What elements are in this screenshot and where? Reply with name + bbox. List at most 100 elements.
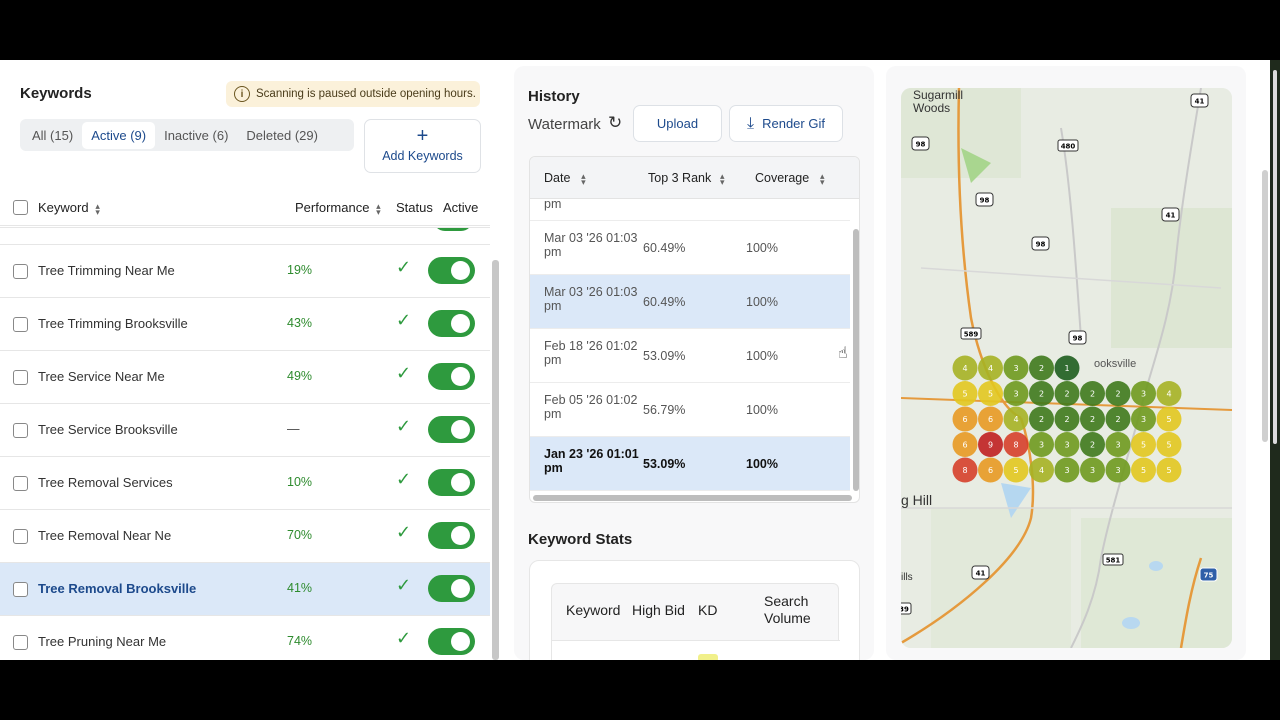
keyword-name: Tree Pruning Near Me xyxy=(38,634,167,649)
table-row[interactable]: Tree Service Brooksville — ✓ xyxy=(0,404,490,457)
rank-marker-label: 3 xyxy=(1064,441,1069,450)
active-toggle[interactable] xyxy=(428,522,475,549)
row-checkbox[interactable] xyxy=(13,529,28,544)
table-row[interactable]: Tree Pruning Near Me 74% ✓ xyxy=(0,616,490,660)
history-vertical-scrollbar[interactable] xyxy=(853,229,859,491)
row-checkbox[interactable] xyxy=(13,317,28,332)
rank-marker-label: 3 xyxy=(1141,390,1146,399)
active-toggle[interactable] xyxy=(428,575,475,602)
tab-inactive[interactable]: Inactive (6) xyxy=(155,122,237,149)
refresh-icon[interactable]: ↻ xyxy=(608,113,622,133)
active-toggle[interactable] xyxy=(428,469,475,496)
history-top3: 53.09% xyxy=(643,349,686,363)
download-icon: ⤓ xyxy=(747,114,755,132)
history-date: Mar 03 '26 01:03 pm xyxy=(544,285,638,313)
app-screen: Keywords i Scanning is paused outside op… xyxy=(0,60,1280,660)
column-active: Active xyxy=(443,200,479,215)
table-row[interactable]: Tree Service Near Me 49% ✓ xyxy=(0,351,490,404)
rank-marker-label: 3 xyxy=(1013,390,1018,399)
column-top3-rank[interactable]: Top 3 Rank ▴ ▾ xyxy=(648,170,726,187)
keyword-stats-table: Keyword High Bid KD Search Volume xyxy=(551,583,840,660)
history-horizontal-scrollbar[interactable] xyxy=(533,495,852,501)
row-checkbox[interactable] xyxy=(13,635,28,650)
table-row[interactable]: Tree Trimming Near Me 19% ✓ xyxy=(0,245,490,298)
svg-text:480: 480 xyxy=(1061,143,1076,151)
tab-active[interactable]: Active (9) xyxy=(82,121,156,149)
map-label-ills: ills xyxy=(901,572,913,583)
table-row[interactable]: Tree Removal Brooksville 41% ✓ xyxy=(0,563,490,616)
partial-date: pm xyxy=(544,197,562,211)
active-toggle[interactable] xyxy=(428,416,475,443)
rank-marker-label: 2 xyxy=(1090,390,1095,399)
scanning-notice: i Scanning is paused outside opening hou… xyxy=(226,81,480,107)
svg-text:98: 98 xyxy=(916,141,926,149)
rank-marker-label: 2 xyxy=(1039,364,1044,373)
rank-marker-label: 4 xyxy=(962,364,967,373)
rank-marker-label: 6 xyxy=(962,415,967,424)
upload-button[interactable]: Upload xyxy=(633,105,722,142)
info-icon: i xyxy=(234,86,250,102)
row-checkbox[interactable] xyxy=(13,370,28,385)
active-toggle[interactable] xyxy=(428,628,475,655)
column-keyword[interactable]: Keyword ▴ ▾ xyxy=(38,200,102,216)
add-keywords-button[interactable]: + Add Keywords xyxy=(364,119,481,173)
window-scrollbar[interactable] xyxy=(1273,70,1277,444)
history-row[interactable]: Mar 03 '26 01:03 pm 60.49% 100% xyxy=(530,221,850,275)
row-checkbox[interactable] xyxy=(13,423,28,438)
keyword-name: Tree Removal Near Ne xyxy=(38,528,172,543)
history-row[interactable]: Mar 03 '26 01:03 pm 60.49% 100% xyxy=(530,275,850,329)
sort-icon: ▴ ▾ xyxy=(819,170,825,187)
check-icon: ✓ xyxy=(396,363,412,383)
row-checkbox[interactable] xyxy=(13,476,28,491)
column-performance[interactable]: Performance ▴ ▾ xyxy=(295,200,382,216)
column-search-volume: Search Volume xyxy=(764,593,811,626)
active-toggle[interactable] xyxy=(428,363,475,390)
svg-text:75: 75 xyxy=(1204,572,1214,580)
table-row[interactable]: Tree Removal Services 10% ✓ xyxy=(0,457,490,510)
rank-marker-label: 6 xyxy=(988,466,993,475)
history-row[interactable]: Jan 23 '26 01:01 pm 53.09% 100% xyxy=(530,437,850,491)
upload-label: Upload xyxy=(656,116,699,131)
column-coverage[interactable]: Coverage ▴ ▾ xyxy=(755,170,826,187)
keyword-performance: 10% xyxy=(287,475,313,489)
keyword-name: Tree Service Brooksville xyxy=(38,422,178,437)
history-row[interactable]: Feb 05 '26 01:02 pm 56.79% 100% xyxy=(530,383,850,437)
svg-text:581: 581 xyxy=(1106,557,1121,565)
keyword-name: Tree Trimming Near Me xyxy=(38,263,175,278)
active-toggle[interactable] xyxy=(428,310,475,337)
table-row[interactable]: Tree Removal Near Ne 70% ✓ xyxy=(0,510,490,563)
history-top3: 53.09% xyxy=(643,457,686,471)
check-icon: ✓ xyxy=(396,628,412,648)
keyword-performance: 19% xyxy=(287,263,313,277)
tab-all[interactable]: All (15) xyxy=(23,122,82,149)
active-toggle[interactable] xyxy=(428,257,475,284)
rank-marker-label: 2 xyxy=(1090,415,1095,424)
check-icon: ✓ xyxy=(396,257,412,277)
column-date[interactable]: Date ▴ ▾ xyxy=(544,171,587,186)
history-date: Feb 18 '26 01:02 pm xyxy=(544,339,638,367)
tab-deleted[interactable]: Deleted (29) xyxy=(237,122,327,149)
svg-text:98: 98 xyxy=(1036,241,1046,249)
row-checkbox[interactable] xyxy=(13,264,28,279)
render-gif-button[interactable]: ⤓ Render Gif xyxy=(729,105,843,142)
check-icon: ✓ xyxy=(396,522,412,542)
stats-body xyxy=(552,641,840,660)
rank-marker-label: 5 xyxy=(988,390,993,399)
history-row[interactable]: Feb 18 '26 01:02 pm 53.09% 100% xyxy=(530,329,850,383)
column-high-bid: High Bid xyxy=(632,602,685,618)
keywords-list: Tree Trimming Near Me 19% ✓ Tree Trimmin… xyxy=(0,227,490,660)
map-panel: 41 98 480 98 41 98 98 589 41 581 75 39 4… xyxy=(886,66,1268,660)
keywords-scrollbar[interactable] xyxy=(492,260,499,660)
rank-map[interactable]: 41 98 480 98 41 98 98 589 41 581 75 39 4… xyxy=(901,88,1232,648)
map-scrollbar[interactable] xyxy=(1262,170,1268,442)
svg-text:39: 39 xyxy=(901,606,909,614)
rank-marker-label: 2 xyxy=(1115,390,1120,399)
row-checkbox[interactable] xyxy=(13,582,28,597)
select-all-checkbox[interactable] xyxy=(13,200,28,215)
column-kd: KD xyxy=(698,602,718,618)
table-row[interactable]: Tree Trimming Brooksville 43% ✓ xyxy=(0,298,490,351)
keyword-name: Tree Trimming Brooksville xyxy=(38,316,188,331)
keyword-name: Tree Service Near Me xyxy=(38,369,165,384)
history-top3: 60.49% xyxy=(643,295,686,309)
sort-icon: ▴ ▾ xyxy=(719,170,725,187)
